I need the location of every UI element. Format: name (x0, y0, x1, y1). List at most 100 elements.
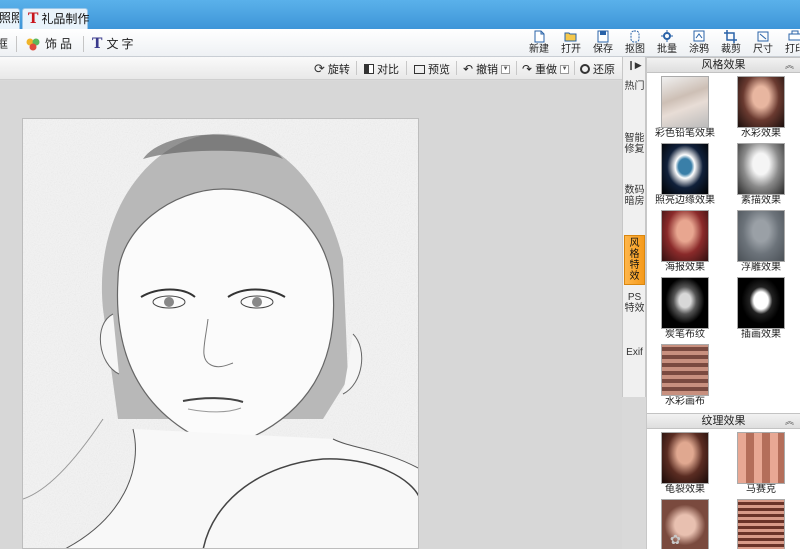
decoration-label: 饰品 (45, 37, 76, 51)
edited-photo[interactable] (22, 118, 419, 549)
effect-label: 龟裂效果 (665, 484, 705, 495)
watermark: ✿ (670, 532, 681, 547)
crop-button[interactable]: 裁剪 (717, 30, 745, 56)
folder-open-icon (564, 32, 577, 42)
effect-thumbnail (737, 277, 785, 329)
style-effect-item[interactable]: 海报效果 (647, 208, 723, 275)
category-tab-label: 热门 (624, 81, 645, 92)
preview-icon (414, 64, 425, 74)
toolbar-button-label: 涂鸦 (689, 44, 709, 55)
toolbar-button-label: 批量 (657, 44, 677, 55)
frame-label: 框 (0, 37, 9, 51)
decoration-button[interactable]: 饰品 (25, 35, 75, 52)
file-actions: 新建 打开 保存 抠图 批量 涂鸦 裁剪 尺寸 打印 (525, 30, 800, 56)
divider (574, 61, 575, 75)
style-effect-item[interactable]: 浮雕效果 (723, 208, 799, 275)
effect-thumbnail (737, 143, 785, 195)
section-header-style[interactable]: 风格效果 ︽ (647, 57, 800, 73)
resize-button[interactable]: 尺寸 (749, 30, 777, 56)
canvas-area (0, 81, 622, 549)
new-button[interactable]: 新建 (525, 30, 553, 56)
toolbar-button-label: 抠图 (625, 44, 645, 55)
tab-gift-making[interactable]: T 礼品制作 (22, 8, 90, 29)
tab-hot[interactable]: 热门 (624, 79, 645, 133)
resize-icon (757, 31, 769, 42)
undo-button[interactable]: ↶ 撤销 ▼ (463, 61, 511, 77)
effect-thumbnail (737, 76, 785, 128)
divider (516, 61, 517, 75)
texture-effects-grid: 龟裂效果 马赛克 (647, 429, 800, 549)
effect-label: 马赛克 (746, 484, 776, 495)
tab-style-effects[interactable]: 风格特效 (624, 235, 645, 285)
text-label: 文字 (106, 37, 137, 51)
open-button[interactable]: 打开 (557, 30, 585, 56)
effect-thumbnail (737, 432, 785, 484)
effect-label: 水彩画布 (665, 396, 705, 407)
text-button[interactable]: T 文字 (92, 35, 136, 52)
cutout-button[interactable]: 抠图 (621, 30, 649, 56)
edit-button-label: 撤销 (476, 64, 499, 76)
effect-label: 浮雕效果 (741, 262, 781, 273)
texture-effect-item[interactable]: 龟裂效果 (647, 430, 723, 497)
toolbar-button-label: 打印 (785, 44, 800, 55)
effect-label: 照亮边缘效果 (655, 195, 715, 206)
category-tab-label: Exif (626, 347, 643, 358)
section-header-texture[interactable]: 纹理效果 ︽ (647, 413, 800, 429)
section-title: 纹理效果 (701, 415, 746, 427)
flower-icon (26, 38, 40, 50)
tab-digital-darkroom[interactable]: 数码暗房 (624, 183, 645, 233)
rotate-button[interactable]: ⟳ 旋转 (314, 61, 350, 77)
restore-icon (580, 64, 590, 74)
batch-button[interactable]: 批量 (653, 30, 681, 56)
collapse-icon[interactable]: ︽ (785, 414, 794, 428)
category-tab-label: 数码暗房 (624, 185, 645, 207)
tab-ps-effects[interactable]: PS特效 (624, 290, 645, 340)
texture-effect-item[interactable] (647, 497, 723, 549)
style-effect-item[interactable]: 彩色铅笔效果 (647, 74, 723, 141)
contrast-icon (364, 64, 374, 74)
undo-dropdown-icon[interactable]: ▼ (501, 64, 511, 74)
contrast-button[interactable]: 对比 (364, 61, 399, 77)
effect-thumbnail (661, 210, 709, 262)
effect-thumbnail (661, 277, 709, 329)
collapse-icon[interactable]: ︽ (785, 58, 794, 72)
section-title: 风格效果 (701, 59, 746, 71)
collapse-panel-icon[interactable]: ❙▶ (625, 60, 644, 73)
redo-button[interactable]: ↷ 重做 ▼ (522, 61, 570, 77)
effect-thumbnail (661, 432, 709, 484)
effect-thumbnail (661, 143, 709, 195)
edit-button-label: 旋转 (327, 64, 350, 76)
divider (356, 61, 357, 75)
toolbar-button-label: 裁剪 (721, 44, 741, 55)
style-effect-item[interactable]: 照亮边缘效果 (647, 141, 723, 208)
tab-smart-repair[interactable]: 智能修复 (624, 131, 645, 181)
effect-thumbnail (661, 76, 709, 128)
frame-button[interactable]: 框 (0, 35, 8, 52)
tab-exif[interactable]: Exif (624, 345, 645, 391)
preview-button[interactable]: 预览 (414, 61, 450, 77)
style-effect-item[interactable]: 插画效果 (723, 275, 799, 342)
category-tab-label: 风格特效 (629, 238, 640, 282)
texture-effect-item[interactable] (723, 497, 799, 549)
tab-gift-making-label: 礼品制作 (41, 11, 90, 26)
print-button[interactable]: 打印 (781, 30, 800, 56)
doodle-icon (693, 30, 705, 42)
save-button[interactable]: 保存 (589, 30, 617, 56)
toolbar-button-label: 打开 (561, 44, 581, 55)
category-tabs: ❙▶ 热门 智能修复 数码暗房 风格特效 PS特效 Exif (622, 57, 646, 397)
redo-dropdown-icon[interactable]: ▼ (560, 64, 570, 74)
tab-photo[interactable]: 照照 (0, 8, 20, 29)
effect-thumbnail (661, 344, 709, 396)
style-effect-item[interactable]: 水彩效果 (723, 74, 799, 141)
style-effect-item[interactable]: 炭笔布纹 (647, 275, 723, 342)
restore-button[interactable]: 还原 (580, 61, 615, 77)
style-effect-item[interactable]: 水彩画布 (647, 342, 723, 409)
rotate-icon: ⟳ (314, 61, 325, 76)
undo-icon: ↶ (463, 62, 474, 76)
doodle-button[interactable]: 涂鸦 (685, 30, 713, 56)
crop-icon (724, 30, 737, 43)
style-effect-item[interactable]: 素描效果 (723, 141, 799, 208)
texture-effect-item[interactable]: 马赛克 (723, 430, 799, 497)
edit-toolbar: ⟳ 旋转 对比 预览 ↶ 撤销 ▼ ↷ 重做 ▼ 还原 (0, 57, 622, 80)
tab-photo-label: 照照 (0, 11, 19, 25)
